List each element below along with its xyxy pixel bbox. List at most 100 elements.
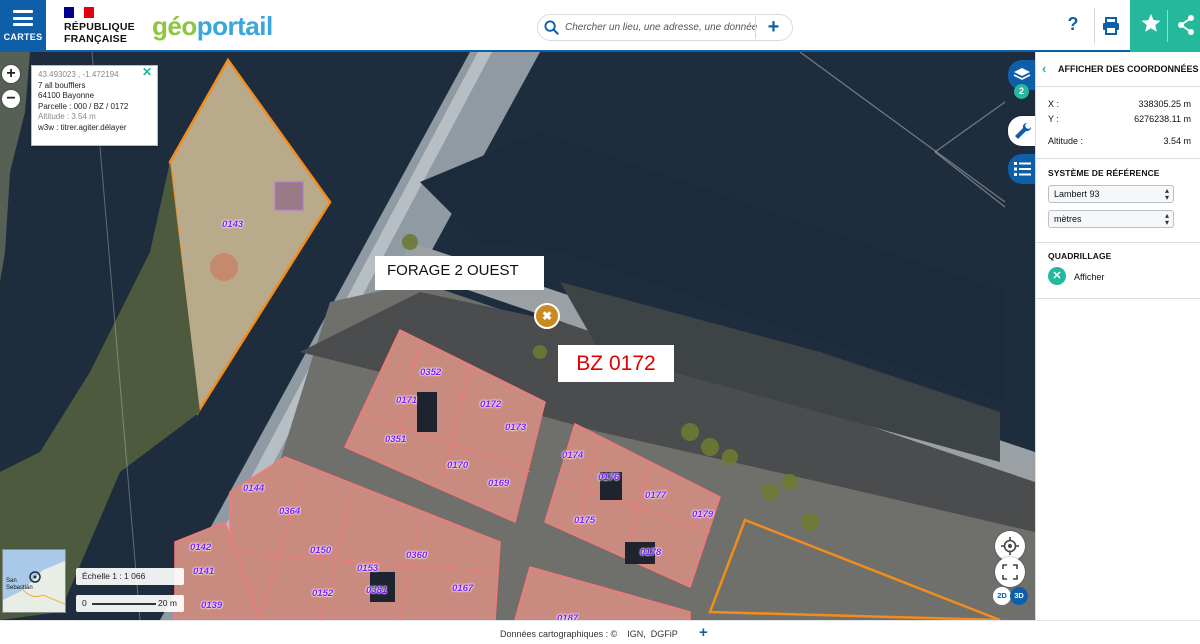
parcel-label[interactable]: 0170 bbox=[447, 460, 468, 471]
overview-minimap[interactable]: San Sebastián bbox=[2, 549, 66, 613]
zoom-in-button[interactable]: + bbox=[2, 65, 20, 83]
help-button[interactable]: ? bbox=[1063, 14, 1083, 38]
parcel-label[interactable]: 0178 bbox=[640, 547, 661, 558]
popup-parcelle: Parcelle : 000 / BZ / 0172 bbox=[38, 101, 129, 111]
panel-divider bbox=[1036, 242, 1200, 243]
french-flag-icon bbox=[64, 7, 94, 18]
grid-toggle-icon[interactable]: ✕ bbox=[1048, 267, 1066, 285]
parcel-label[interactable]: 0360 bbox=[406, 550, 427, 561]
reference-system-title: SYSTÈME DE RÉFÉRENCE bbox=[1048, 168, 1160, 178]
parcel-label[interactable]: 0176 bbox=[598, 472, 619, 483]
altitude-row: Altitude : 3.54 m bbox=[1048, 136, 1191, 146]
parcel-label[interactable]: 0142 bbox=[190, 542, 211, 553]
scale-bar-zero: 0 bbox=[82, 598, 87, 608]
coord-x-label: X : bbox=[1048, 99, 1060, 109]
fullscreen-icon bbox=[1002, 564, 1018, 580]
location-popup: 43.493023 , -1.472194 7 all boufflers 64… bbox=[31, 65, 158, 146]
parcel-label[interactable]: 0139 bbox=[201, 600, 222, 611]
altitude-value: 3.54 m bbox=[1163, 136, 1191, 146]
parcel-label[interactable]: 0153 bbox=[357, 563, 378, 574]
scale-bar: 0 20 m bbox=[76, 595, 184, 612]
coord-y-row: Y : 6276238.11 m bbox=[1048, 114, 1191, 124]
cartes-menu-button[interactable]: CARTES bbox=[0, 0, 46, 52]
legend-button[interactable] bbox=[1008, 154, 1035, 184]
reference-system-value: Lambert 93 bbox=[1054, 189, 1100, 199]
parcel-label[interactable]: 0169 bbox=[488, 478, 509, 489]
popup-coordinates: 43.493023 , -1.472194 bbox=[38, 70, 119, 79]
panel-divider bbox=[1036, 158, 1200, 159]
parcel-label[interactable]: 0171 bbox=[396, 395, 417, 406]
parcel-label[interactable]: 0177 bbox=[645, 490, 666, 501]
grid-toggle-label[interactable]: Afficher bbox=[1074, 272, 1104, 282]
layers-tool-button[interactable]: 2 bbox=[1008, 60, 1035, 99]
zoom-out-button[interactable]: − bbox=[2, 90, 20, 108]
parcel-label[interactable]: 0150 bbox=[310, 545, 331, 556]
parcel-label[interactable]: 0351 bbox=[385, 434, 406, 445]
reference-system-select[interactable]: Lambert 93 ▴ ▾ bbox=[1048, 185, 1174, 203]
republique-francaise-logo: RÉPUBLIQUE FRANÇAISE bbox=[64, 7, 144, 45]
back-chevron-icon[interactable]: ‹ bbox=[1042, 61, 1046, 76]
logo-geo: géo bbox=[152, 11, 197, 41]
forage-annotation: FORAGE 2 OUEST bbox=[375, 256, 544, 290]
panel-divider bbox=[1036, 86, 1200, 87]
map-view[interactable]: + − 43.493023 , -1.472194 7 all bouffler… bbox=[0, 52, 1035, 620]
popup-w3w: w3w : titrer.agiter.délayer bbox=[38, 122, 127, 132]
tools-button[interactable] bbox=[1008, 116, 1035, 146]
search-icon bbox=[544, 20, 559, 35]
star-icon[interactable] bbox=[1140, 12, 1162, 34]
parcel-label[interactable]: 0179 bbox=[692, 509, 713, 520]
logo-portail: portail bbox=[196, 11, 273, 41]
grid-title: QUADRILLAGE bbox=[1048, 251, 1112, 261]
republique-line2: FRANÇAISE bbox=[64, 33, 128, 45]
view-2d-button[interactable]: 2D bbox=[993, 587, 1011, 605]
credits-expand-button[interactable]: + bbox=[699, 624, 708, 641]
search-input[interactable]: Chercher un lieu, une adresse, une donné… bbox=[565, 22, 757, 33]
panel-divider bbox=[1036, 298, 1200, 299]
share-divider bbox=[1167, 10, 1168, 42]
search-box[interactable]: Chercher un lieu, une adresse, une donné… bbox=[537, 14, 793, 41]
parcel-label[interactable]: 0173 bbox=[505, 422, 526, 433]
geoportail-logo[interactable]: géoportail bbox=[152, 11, 273, 42]
cartes-menu-label: CARTES bbox=[3, 32, 43, 42]
parcel-label[interactable]: 0174 bbox=[562, 450, 583, 461]
top-bar: CARTES RÉPUBLIQUE FRANÇAISE géoportail Ch… bbox=[0, 0, 1200, 52]
view-3d-button[interactable]: 3D bbox=[1010, 587, 1028, 605]
parcel-label[interactable]: 0172 bbox=[480, 399, 501, 410]
crosshair-icon bbox=[1001, 537, 1019, 555]
select-arrows-icon: ▴ ▾ bbox=[1164, 186, 1169, 202]
parcel-label[interactable]: 0144 bbox=[243, 483, 264, 494]
select-arrows-icon: ▴ ▾ bbox=[1164, 211, 1169, 227]
header-divider bbox=[1094, 8, 1095, 44]
republique-line1: RÉPUBLIQUE bbox=[64, 21, 135, 33]
search-add-button[interactable]: + bbox=[755, 16, 791, 39]
parcel-label[interactable]: 0364 bbox=[279, 506, 300, 517]
coord-y-label: Y : bbox=[1048, 114, 1059, 124]
scale-bar-line bbox=[92, 603, 156, 605]
share-icon[interactable] bbox=[1176, 14, 1196, 36]
altitude-label: Altitude : bbox=[1048, 136, 1084, 146]
fullscreen-button[interactable] bbox=[995, 557, 1025, 587]
parcel-label[interactable]: 0187 bbox=[557, 613, 578, 620]
unit-value: mètres bbox=[1054, 214, 1082, 224]
print-icon[interactable] bbox=[1101, 16, 1121, 36]
parcel-label[interactable]: 0175 bbox=[574, 515, 595, 526]
parcel-label[interactable]: 0381 bbox=[366, 585, 387, 596]
coordinates-panel: ‹ AFFICHER DES COORDONNÉES X : 338305.25… bbox=[1035, 52, 1200, 620]
favorites-share-bar bbox=[1130, 0, 1200, 52]
close-icon[interactable]: ✕ bbox=[142, 66, 152, 78]
coord-x-row: X : 338305.25 m bbox=[1048, 99, 1191, 109]
popup-altitude: Altitude : 3.54 m bbox=[38, 112, 96, 122]
hamburger-icon bbox=[13, 10, 33, 26]
parcel-label[interactable]: 0352 bbox=[420, 367, 441, 378]
unit-select[interactable]: mètres ▴ ▾ bbox=[1048, 210, 1174, 228]
scale-display: Échelle 1 : 1 066 bbox=[76, 568, 184, 585]
parcel-label[interactable]: 0143 bbox=[222, 219, 243, 230]
popup-city: 64100 Bayonne bbox=[38, 91, 95, 101]
parcel-label[interactable]: 0152 bbox=[312, 588, 333, 599]
minimap-label: San Sebastián bbox=[6, 578, 33, 591]
parcel-label[interactable]: 0167 bbox=[452, 583, 473, 594]
parcel-label[interactable]: 0141 bbox=[193, 566, 214, 577]
location-marker-icon[interactable]: ✖ bbox=[534, 303, 560, 329]
layers-icon bbox=[1013, 68, 1031, 80]
footer-bar: Données cartographiques : © IGN, DGFiP + bbox=[0, 620, 1200, 644]
